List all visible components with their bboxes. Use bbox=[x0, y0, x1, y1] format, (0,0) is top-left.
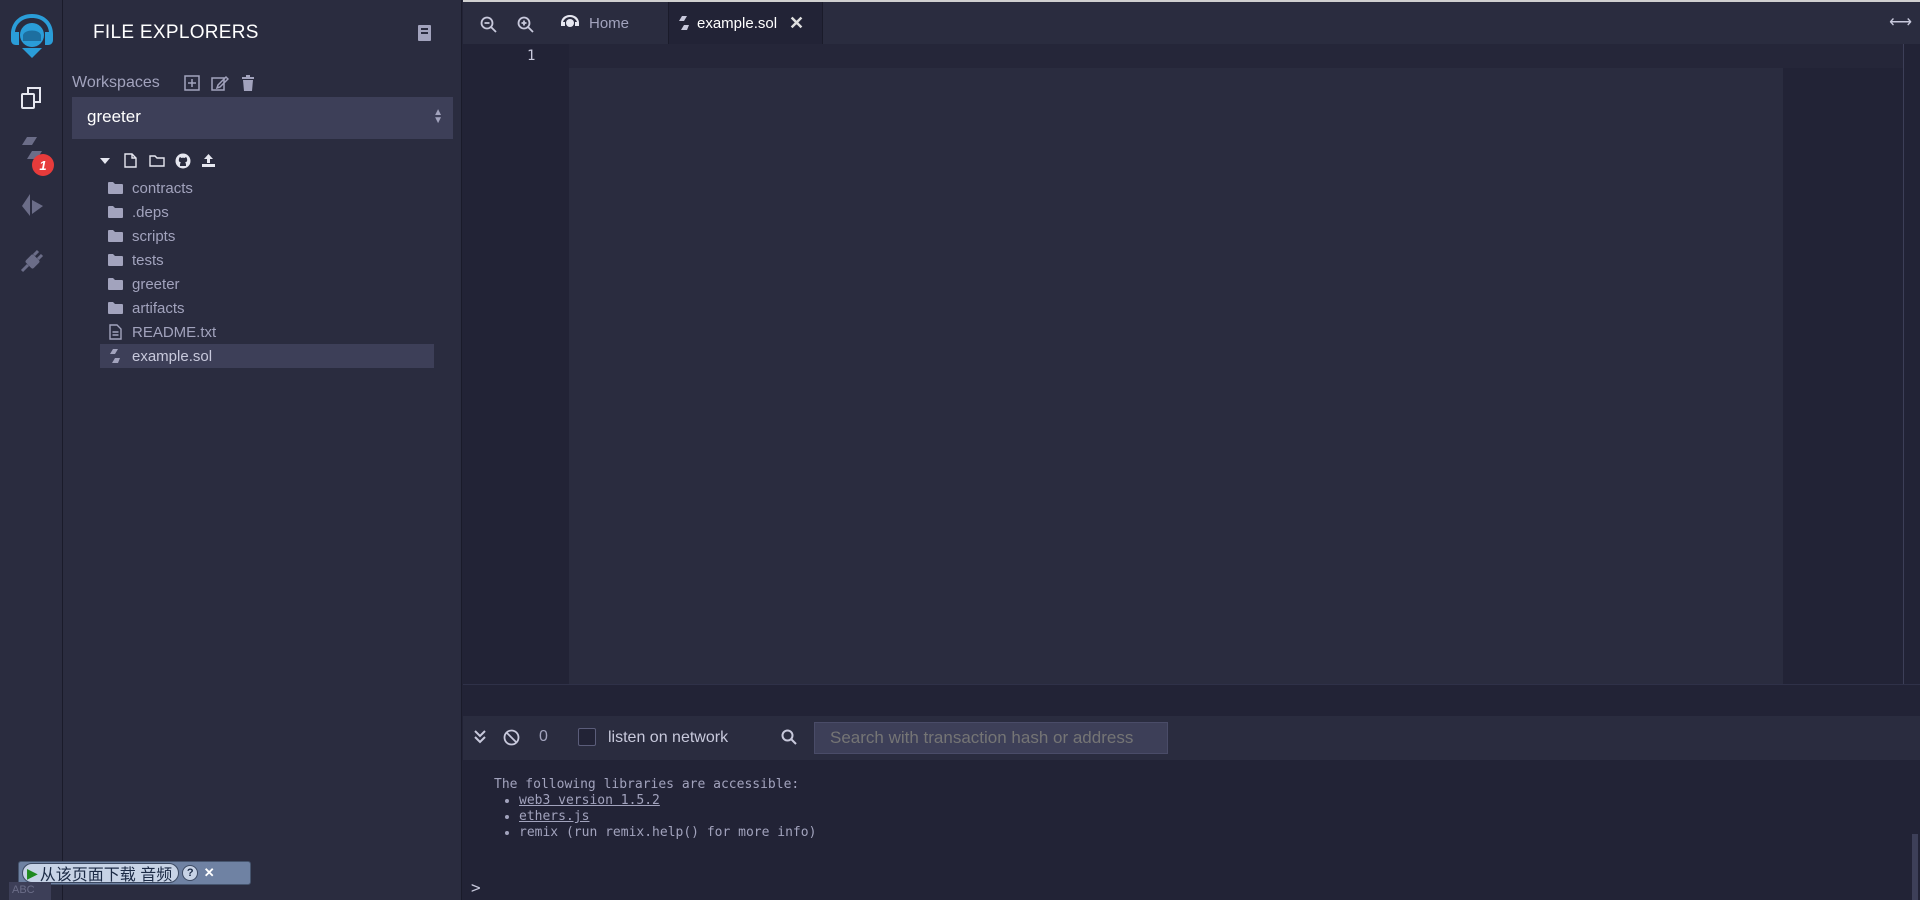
workspace-select[interactable]: greeter ▲ ▼ bbox=[72, 97, 453, 139]
folder-icon bbox=[106, 180, 124, 196]
new-file-icon[interactable] bbox=[122, 152, 139, 169]
folder-icon bbox=[106, 252, 124, 268]
icon-panel: 1 bbox=[0, 0, 63, 900]
editor-tab-bar: Home example.sol ✕ ⟷ bbox=[463, 0, 1920, 44]
clear-console-icon[interactable] bbox=[503, 729, 521, 747]
audio-download-label: 从该页面下载 音频 bbox=[39, 867, 173, 884]
remix-logo-icon[interactable] bbox=[5, 10, 59, 60]
overlay-sub-label: ABC bbox=[9, 882, 51, 900]
terminal-scrollbar[interactable] bbox=[1912, 834, 1918, 900]
file-explorers-icon[interactable] bbox=[14, 80, 50, 116]
listen-on-network-label: listen on network bbox=[608, 729, 729, 746]
audio-download-toolbar: ▶ 从该页面下载 音频 ? ✕ bbox=[18, 861, 251, 885]
tree-item-example-sol[interactable]: example.sol bbox=[100, 344, 434, 368]
folder-icon bbox=[106, 276, 124, 292]
tree-item-label: example.sol bbox=[132, 347, 213, 365]
library-list: web3 version 1.5.2ethers.jsremix (run re… bbox=[519, 793, 816, 841]
tree-item-artifacts[interactable]: artifacts bbox=[100, 296, 434, 320]
github-icon[interactable] bbox=[174, 152, 191, 169]
terminal-output: The following libraries are accessible: … bbox=[463, 760, 1920, 900]
folder-icon bbox=[106, 204, 124, 220]
tree-item-label: tests bbox=[132, 251, 164, 269]
workspace-actions bbox=[183, 74, 257, 92]
upload-icon[interactable] bbox=[200, 152, 217, 169]
solidity-file-icon bbox=[106, 348, 124, 364]
folder-icon bbox=[106, 300, 124, 316]
pending-tx-count: 0 bbox=[539, 728, 548, 745]
line-number: 1 bbox=[527, 48, 536, 64]
tree-item-contracts[interactable]: contracts bbox=[100, 176, 434, 200]
new-folder-icon[interactable] bbox=[148, 152, 165, 169]
tab-home-label: Home bbox=[589, 14, 630, 32]
rename-workspace-icon[interactable] bbox=[211, 74, 229, 92]
close-overlay-icon[interactable]: ✕ bbox=[201, 865, 217, 881]
tree-item-deps[interactable]: .deps bbox=[100, 200, 434, 224]
tree-item-greeter[interactable]: greeter bbox=[100, 272, 434, 296]
tree-item-label: .deps bbox=[132, 203, 169, 221]
remix-ide: 1 FILE EXPLORERS Workspaces greeter ▲ ▼ … bbox=[0, 0, 1920, 900]
terminal-toolbar: 0 listen on network bbox=[463, 716, 1920, 760]
editor-scrollbar[interactable] bbox=[1903, 44, 1904, 684]
library-item: remix (run remix.help() for more info) bbox=[519, 825, 816, 841]
solidity-file-icon bbox=[679, 16, 689, 30]
library-item: web3 version 1.5.2 bbox=[519, 793, 816, 809]
remix-home-icon bbox=[561, 15, 579, 27]
close-tab-icon[interactable]: ✕ bbox=[789, 13, 804, 34]
double-chevron-down-icon[interactable] bbox=[473, 729, 491, 747]
audio-download-button[interactable]: ▶ 从该页面下载 音频 bbox=[22, 863, 180, 884]
help-icon[interactable]: ? bbox=[182, 865, 199, 881]
tree-item-readme-txt[interactable]: README.txt bbox=[100, 320, 434, 344]
tab-file-label: example.sol bbox=[697, 14, 778, 32]
tree-item-label: artifacts bbox=[132, 299, 185, 317]
file-tree-toolbar bbox=[96, 152, 217, 169]
library-text: remix (run remix.help() for more info) bbox=[519, 825, 817, 840]
panel-title: FILE EXPLORERS bbox=[93, 22, 259, 43]
zoom-in-icon[interactable] bbox=[517, 16, 535, 34]
workspaces-label: Workspaces bbox=[72, 74, 160, 91]
tree-item-label: scripts bbox=[132, 227, 176, 245]
tab-home[interactable]: Home bbox=[559, 2, 629, 44]
terminal-prompt[interactable]: > bbox=[471, 878, 481, 897]
tree-item-label: greeter bbox=[132, 275, 180, 293]
workspace-select-value: greeter bbox=[87, 107, 141, 126]
code-editor[interactable] bbox=[569, 68, 1783, 684]
caret-down-icon[interactable] bbox=[96, 152, 113, 169]
folder-icon bbox=[106, 228, 124, 244]
tree-item-scripts[interactable]: scripts bbox=[100, 224, 434, 248]
expand-panel-icon[interactable]: ⟷ bbox=[1889, 12, 1912, 32]
zoom-out-icon[interactable] bbox=[480, 16, 498, 34]
select-arrows-icon: ▲ ▼ bbox=[433, 107, 443, 126]
plugin-manager-icon[interactable] bbox=[14, 243, 50, 279]
deploy-run-icon[interactable] bbox=[14, 187, 50, 223]
terminal-intro: The following libraries are accessible: bbox=[494, 777, 800, 792]
tree-item-label: contracts bbox=[132, 179, 193, 197]
library-item: ethers.js bbox=[519, 809, 816, 825]
documentation-icon[interactable] bbox=[417, 24, 433, 42]
current-line-highlight[interactable] bbox=[569, 44, 1903, 68]
file-icon bbox=[106, 324, 124, 340]
tree-item-label: README.txt bbox=[132, 323, 217, 341]
listen-on-network-checkbox[interactable] bbox=[578, 728, 596, 746]
file-tree: contracts .deps scripts tests greeter artifac… bbox=[100, 176, 434, 368]
editor-gutter bbox=[463, 44, 569, 684]
tab-example-sol[interactable]: example.sol ✕ bbox=[668, 2, 823, 44]
compiler-warning-badge: 1 bbox=[32, 154, 54, 176]
tree-item-tests[interactable]: tests bbox=[100, 248, 434, 272]
library-link[interactable]: ethers.js bbox=[519, 809, 589, 824]
create-workspace-icon[interactable] bbox=[183, 74, 201, 92]
terminal-resize-handle[interactable] bbox=[463, 684, 1920, 716]
library-link[interactable]: web3 version 1.5.2 bbox=[519, 793, 660, 808]
search-icon bbox=[781, 729, 799, 747]
delete-workspace-icon[interactable] bbox=[239, 74, 257, 92]
transaction-search-input[interactable] bbox=[814, 722, 1168, 754]
file-explorer-panel: FILE EXPLORERS Workspaces greeter ▲ ▼ co… bbox=[63, 0, 462, 900]
play-icon: ▶ bbox=[27, 864, 38, 881]
